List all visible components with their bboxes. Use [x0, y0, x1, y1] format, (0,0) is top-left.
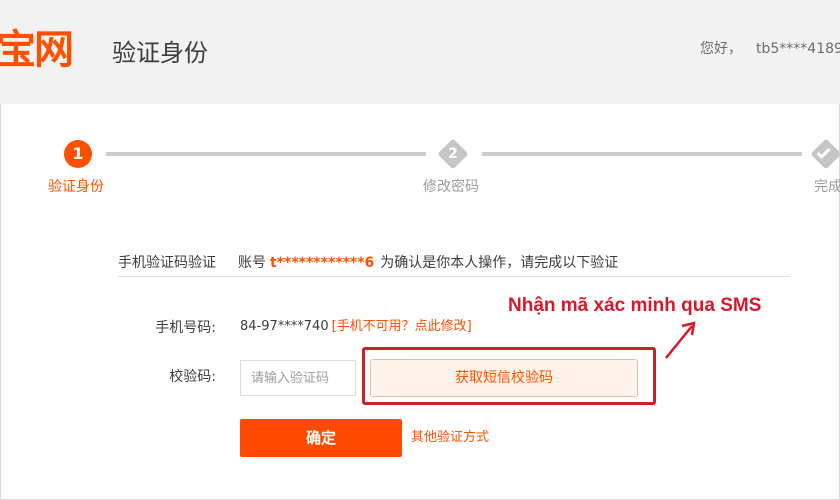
change-phone-link[interactable]: [手机不可用？点此修改]: [332, 319, 472, 334]
sms-annotation-text: Nhận mã xác minh qua SMS: [508, 295, 762, 316]
account-value: t************6: [270, 255, 375, 271]
account-label: 账号: [238, 255, 266, 271]
step-3-label: 完成: [814, 179, 840, 195]
progress-line-2: [482, 152, 802, 156]
annotation-arrow-icon: [665, 321, 696, 359]
page-header: 宝网 验证身份 您好， tb5****4189726: [0, 0, 840, 104]
step-1-indicator: 1: [64, 140, 92, 168]
checkmark-icon: [816, 147, 831, 160]
verification-header: 手机验证码验证 账号 t************6 为确认是你本人操作，请完成以下验证: [118, 254, 790, 277]
user-greeting: 您好， tb5****4189726: [700, 40, 840, 58]
other-verification-link[interactable]: 其他验证方式: [411, 429, 489, 447]
taobao-logo[interactable]: 宝网: [0, 26, 74, 74]
page-title: 验证身份: [112, 39, 208, 67]
phone-label: 手机号码:: [155, 320, 216, 336]
verification-code-input[interactable]: [240, 360, 356, 396]
username-link[interactable]: tb5****4189726: [756, 41, 840, 57]
annotation-highlight-box: [362, 347, 656, 405]
progress-line-1: [106, 152, 426, 156]
verify-description: 为确认是你本人操作，请完成以下验证: [380, 255, 619, 271]
confirm-button[interactable]: 确定: [240, 419, 402, 457]
phone-number: 84-97****740: [240, 319, 329, 334]
step-2-label: 修改密码: [423, 179, 479, 195]
phone-row: 84-97****740 [手机不可用？点此修改]: [240, 318, 472, 336]
step-2-number: 2: [448, 146, 458, 162]
greeting-text: 您好，: [700, 41, 742, 57]
step-1-label: 验证身份: [48, 179, 104, 195]
code-label: 校验码:: [169, 369, 216, 385]
verify-method-title: 手机验证码验证: [118, 255, 216, 271]
step-2-indicator: 2: [437, 138, 469, 170]
